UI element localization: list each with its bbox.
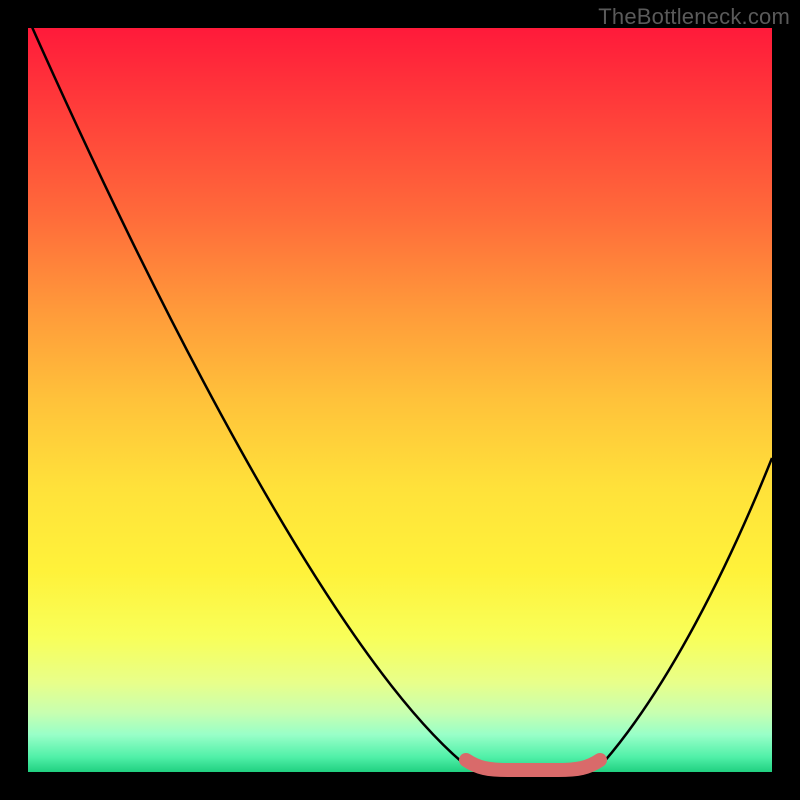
bottleneck-curve: [28, 18, 772, 772]
chart-svg: [28, 28, 772, 772]
chart-frame: TheBottleneck.com: [0, 0, 800, 800]
watermark-text: TheBottleneck.com: [598, 4, 790, 30]
bottom-highlight: [466, 760, 600, 770]
plot-area: [28, 28, 772, 772]
